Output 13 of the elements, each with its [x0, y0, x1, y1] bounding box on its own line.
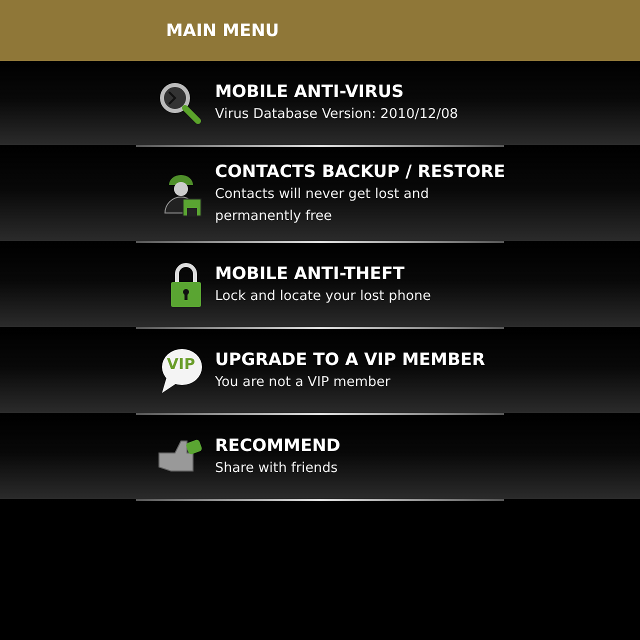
item-title: CONTACTS BACKUP / RESTORE	[215, 161, 506, 183]
header-title: MAIN MENU	[166, 20, 280, 40]
item-title: MOBILE ANTI-VIRUS	[215, 81, 405, 103]
item-title: RECOMMEND	[215, 435, 342, 457]
item-subtitle: Virus Database Version: 2010/12/08	[215, 105, 460, 124]
item-title: UPGRADE TO A VIP MEMBER	[215, 349, 486, 371]
padlock-icon	[169, 261, 203, 309]
item-subtitle: Lock and locate your lost phone	[215, 287, 432, 306]
item-title: MOBILE ANTI-THEFT	[215, 263, 406, 285]
item-subtitle: You are not a VIP member	[215, 373, 392, 392]
search-icon	[157, 80, 203, 126]
item-subtitle: Contacts will never get lost and permanently free	[215, 185, 430, 226]
item-subtitle: Share with friends	[215, 459, 339, 478]
